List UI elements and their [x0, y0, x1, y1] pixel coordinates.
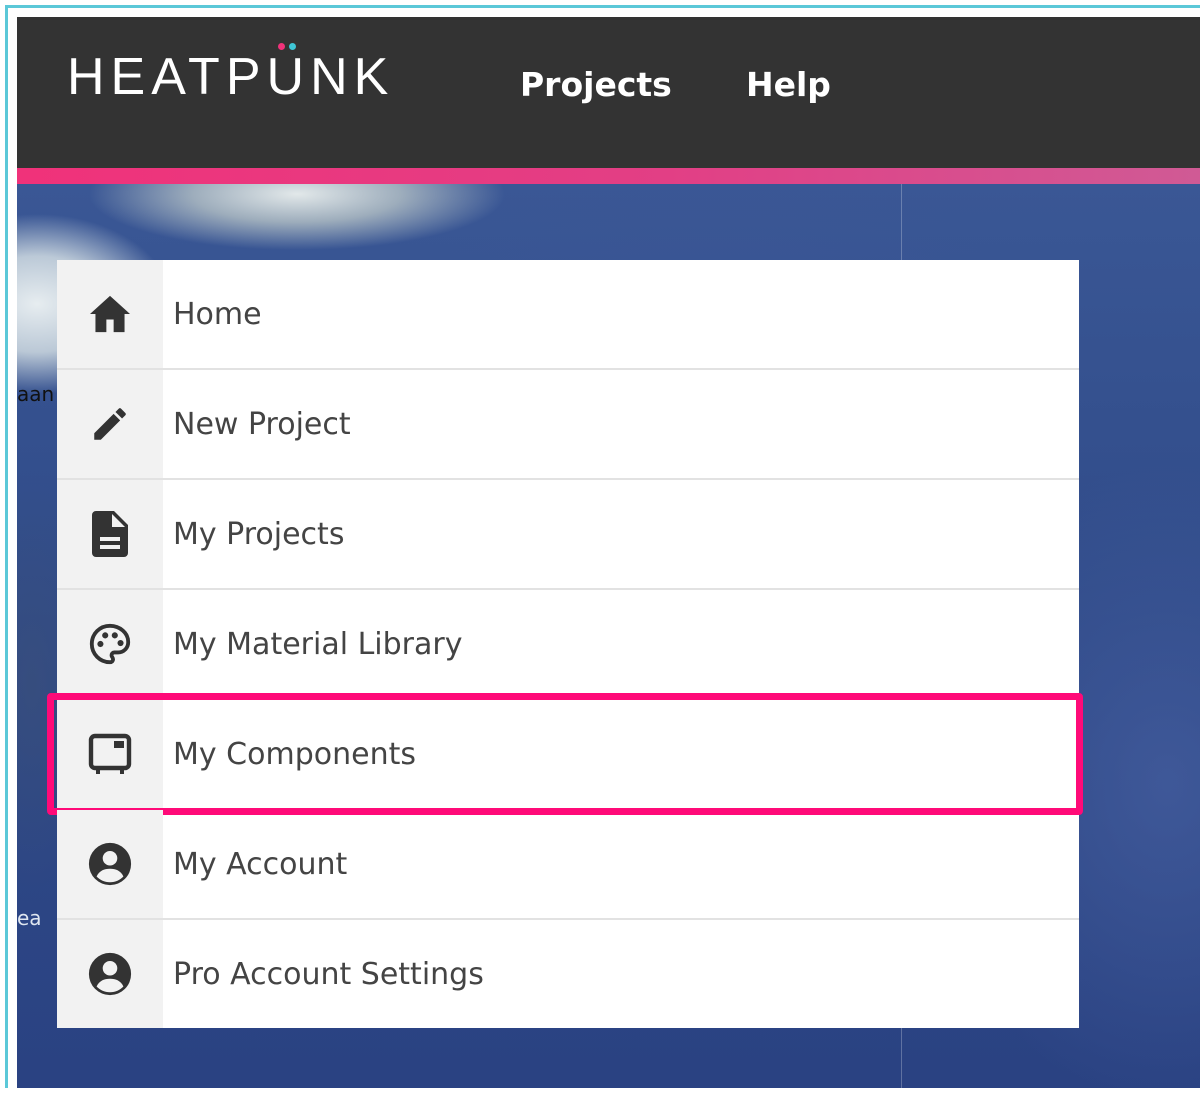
menu-item-my-account[interactable]: My Account — [57, 810, 1079, 920]
heatpunk-logo[interactable]: HEATPU NK — [67, 43, 394, 107]
menu-item-label: My Account — [173, 846, 348, 882]
account-icon — [57, 920, 163, 1028]
header-accent-stripe — [17, 168, 1200, 184]
document-icon — [57, 480, 163, 588]
screenshot-frame: HEATPU NK Projects Help aan ea Home New P… — [5, 5, 1200, 1088]
menu-item-pro-account-settings[interactable]: Pro Account Settings — [57, 920, 1079, 1028]
menu-item-label: New Project — [173, 406, 351, 442]
menu-item-label: My Material Library — [173, 626, 463, 662]
menu-item-label: My Components — [173, 736, 416, 772]
menu-item-label: My Projects — [173, 516, 345, 552]
nav-help-link[interactable]: Help — [746, 63, 831, 107]
menu-item-my-projects[interactable]: My Projects — [57, 480, 1079, 590]
main-menu: Home New Project My Projects My Material… — [47, 260, 1083, 1028]
menu-item-label: Home — [173, 296, 262, 332]
map-place-label: aan — [17, 382, 55, 406]
home-icon — [57, 260, 163, 368]
pencil-icon — [57, 370, 163, 478]
menu-item-home[interactable]: Home — [57, 260, 1079, 370]
component-icon — [57, 700, 163, 808]
account-icon — [57, 810, 163, 918]
nav-projects-link[interactable]: Projects — [520, 63, 672, 107]
app-viewport: HEATPU NK Projects Help aan ea Home New P… — [17, 17, 1200, 1088]
menu-item-my-material-library[interactable]: My Material Library — [57, 590, 1079, 700]
menu-item-label: Pro Account Settings — [173, 956, 484, 992]
top-navbar: HEATPU NK Projects Help — [17, 17, 1200, 168]
menu-item-my-components[interactable]: My Components — [47, 693, 1083, 815]
map-place-label: ea — [17, 906, 42, 930]
palette-icon — [57, 590, 163, 698]
menu-item-new-project[interactable]: New Project — [57, 370, 1079, 480]
